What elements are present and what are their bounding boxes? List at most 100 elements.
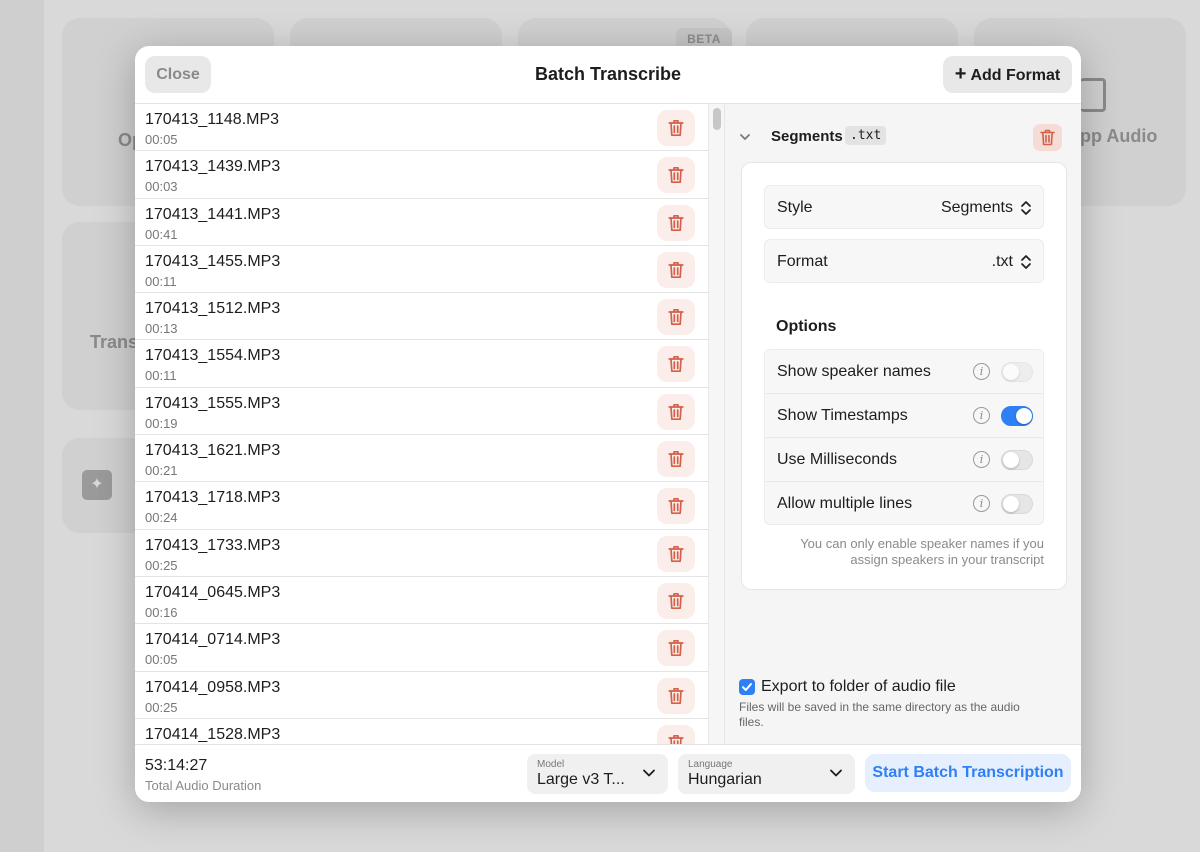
- option-toggle[interactable]: [1001, 450, 1033, 470]
- toggle-knob: [1003, 452, 1019, 468]
- scrollbar-thumb[interactable]: [713, 108, 721, 130]
- model-value: Large v3 T...: [537, 771, 625, 788]
- trash-icon: [668, 403, 684, 420]
- trash-icon: [668, 214, 684, 231]
- file-name: 170413_1441.MP3: [145, 205, 281, 223]
- option-row: Show speaker names i: [765, 350, 1043, 394]
- format-value: .txt: [991, 253, 1013, 270]
- remove-file-button[interactable]: [657, 157, 695, 194]
- up-down-chevron-icon: [1021, 201, 1031, 215]
- format-label: Format: [777, 253, 828, 270]
- chevron-down-icon: [830, 769, 842, 777]
- option-label: Allow multiple lines: [777, 495, 913, 512]
- info-icon[interactable]: i: [973, 451, 990, 468]
- remove-file-button[interactable]: [657, 110, 695, 146]
- remove-file-button[interactable]: [657, 346, 695, 383]
- file-duration: 00:11: [145, 273, 177, 289]
- file-name: 170414_1528.MP3: [145, 725, 281, 743]
- file-row[interactable]: 170413_1718.MP3 00:24: [135, 482, 708, 530]
- sparkle-icon: ✦: [82, 470, 112, 500]
- trash-icon: [1040, 129, 1055, 146]
- file-row[interactable]: 170413_1455.MP3 00:11: [135, 246, 708, 294]
- file-name: 170413_1555.MP3: [145, 394, 281, 412]
- toggle-knob: [1016, 408, 1032, 424]
- options-list: Show speaker names i Show Timestamps i Use M…: [764, 349, 1044, 525]
- checkmark-icon: [742, 683, 752, 691]
- option-row: Use Milliseconds i: [765, 438, 1043, 482]
- option-toggle[interactable]: [1001, 362, 1033, 382]
- remove-file-button[interactable]: [657, 677, 695, 714]
- remove-file-button[interactable]: [657, 299, 695, 336]
- language-select[interactable]: Language Hungarian: [678, 754, 855, 794]
- file-list-scrollbar[interactable]: [708, 104, 725, 744]
- trash-icon: [668, 451, 684, 468]
- remove-file-button[interactable]: [657, 488, 695, 525]
- file-duration: 00:25: [145, 557, 178, 573]
- trash-icon: [668, 640, 684, 657]
- format-settings-panel: Segments .txt Style Segments Format .txt…: [725, 104, 1081, 744]
- file-duration: 00:03: [145, 179, 178, 195]
- dialog-title: Batch Transcribe: [534, 64, 682, 84]
- file-list[interactable]: 170413_1148.MP3 00:05 170413_1439.MP3 00:03…: [135, 104, 708, 744]
- file-row[interactable]: 170413_1512.MP3 00:13: [135, 293, 708, 341]
- remove-file-button[interactable]: [657, 582, 695, 619]
- file-duration: 00:16: [145, 604, 178, 620]
- file-duration: 00:24: [145, 510, 178, 526]
- style-label: Style: [777, 199, 813, 216]
- info-icon[interactable]: i: [973, 495, 990, 512]
- trash-icon: [668, 356, 684, 373]
- format-extension-badge: .txt: [845, 126, 887, 145]
- file-name: 170413_1621.MP3: [145, 442, 281, 460]
- file-duration: 00:05: [145, 652, 178, 668]
- format-title: Segments: [771, 128, 843, 145]
- remove-file-button[interactable]: [657, 251, 695, 288]
- file-row[interactable]: 170413_1439.MP3 00:03: [135, 151, 708, 199]
- info-icon[interactable]: i: [973, 407, 990, 424]
- remove-file-button[interactable]: [657, 204, 695, 241]
- model-select[interactable]: Model Large v3 T...: [527, 754, 668, 794]
- export-note: Files will be saved in the same director…: [739, 700, 1020, 729]
- background-sidebar: [0, 0, 44, 852]
- file-duration: 00:05: [145, 132, 178, 147]
- background-card-label: pp Audio: [1080, 126, 1158, 146]
- trash-icon: [668, 687, 684, 704]
- style-select[interactable]: Style Segments: [764, 185, 1044, 229]
- total-duration: 53:14:27: [145, 757, 208, 774]
- delete-format-button[interactable]: [1033, 124, 1062, 151]
- remove-file-button[interactable]: [657, 630, 695, 667]
- option-label: Show speaker names: [777, 363, 931, 380]
- file-row[interactable]: 170413_1621.MP3 00:21: [135, 435, 708, 483]
- window-icon: [1080, 78, 1106, 112]
- file-row[interactable]: 170414_0714.MP3 00:05: [135, 624, 708, 672]
- add-format-button[interactable]: + Add Format: [943, 56, 1072, 93]
- file-row[interactable]: 170413_1441.MP3 00:41: [135, 199, 708, 246]
- remove-file-button[interactable]: [657, 535, 695, 572]
- style-value: Segments: [940, 199, 1013, 216]
- up-down-chevron-icon: [1021, 255, 1031, 269]
- info-icon[interactable]: i: [973, 363, 990, 380]
- file-row[interactable]: 170413_1733.MP3 00:25: [135, 530, 708, 577]
- option-toggle[interactable]: [1001, 494, 1033, 514]
- file-duration: 00:13: [145, 321, 178, 337]
- export-checkbox[interactable]: [739, 679, 755, 695]
- total-duration-label: Total Audio Duration: [145, 778, 262, 793]
- option-toggle[interactable]: [1001, 406, 1033, 426]
- remove-file-button[interactable]: [657, 724, 695, 744]
- file-row[interactable]: 170413_1555.MP3 00:19: [135, 388, 708, 436]
- file-row[interactable]: 170413_1554.MP3 00:11: [135, 340, 708, 388]
- chevron-down-icon: [643, 769, 655, 777]
- file-row[interactable]: 170413_1148.MP3 00:05: [135, 104, 708, 152]
- remove-file-button[interactable]: [657, 441, 695, 478]
- file-row[interactable]: 170414_0645.MP3 00:16: [135, 577, 708, 625]
- file-row[interactable]: 170414_1528.MP3: [135, 719, 708, 744]
- speaker-names-note: You can only enable speaker names if you…: [800, 536, 1044, 567]
- format-select[interactable]: Format .txt: [764, 239, 1044, 283]
- chevron-down-icon[interactable]: [739, 132, 751, 142]
- trash-icon: [668, 592, 684, 610]
- plus-icon: +: [954, 63, 967, 85]
- remove-file-button[interactable]: [657, 393, 695, 430]
- file-row[interactable]: 170414_0958.MP3 00:25: [135, 672, 708, 719]
- start-batch-transcription-button[interactable]: Start Batch Transcription: [865, 754, 1071, 792]
- file-duration: 00:19: [145, 415, 178, 431]
- option-label: Use Milliseconds: [777, 451, 898, 468]
